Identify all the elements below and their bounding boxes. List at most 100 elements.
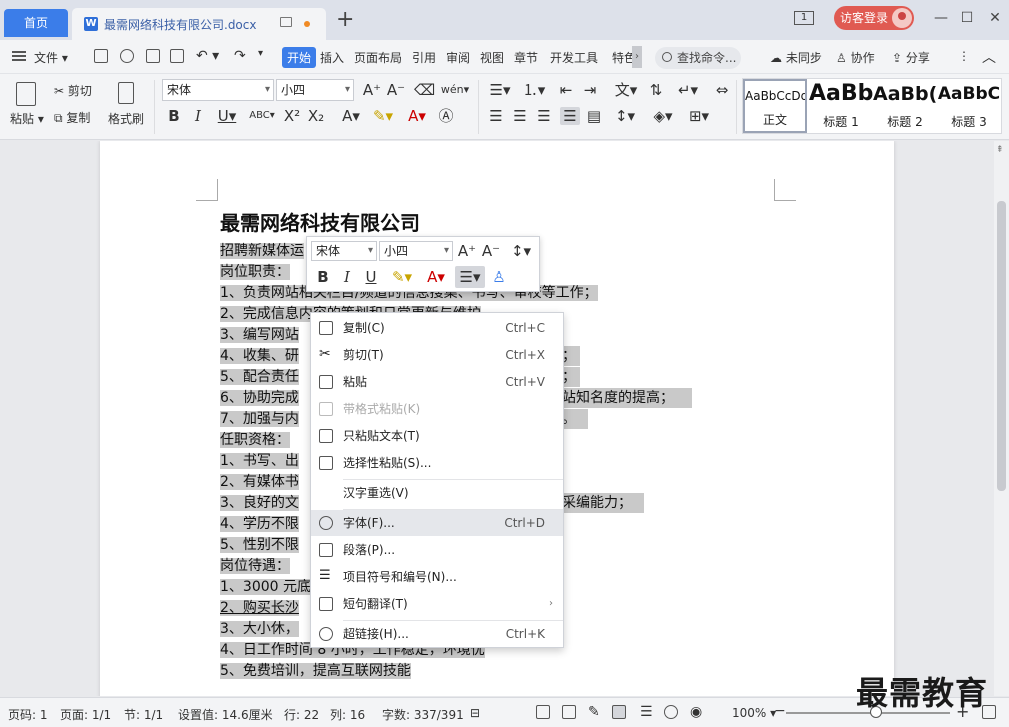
- ctx-paste[interactable]: 粘贴 Ctrl+V: [311, 369, 563, 395]
- mini-underline-button[interactable]: U: [361, 268, 381, 286]
- status-page-code[interactable]: 页码: 1: [8, 706, 48, 723]
- ctx-paste-text-only[interactable]: 只粘贴文本(T): [311, 423, 563, 449]
- mini-align-button[interactable]: ☰▾: [455, 266, 485, 288]
- hamburger-menu-icon[interactable]: [12, 51, 26, 61]
- ctx-hanzi-reselect[interactable]: 汉字重选(V): [311, 480, 563, 506]
- tab-references[interactable]: 引用: [412, 49, 436, 66]
- ctx-font[interactable]: 字体(F)... Ctrl+D: [311, 510, 563, 536]
- style-heading-3[interactable]: AaBbC 标题 3: [937, 79, 1001, 133]
- status-word-count[interactable]: 字数: 337/391: [382, 706, 464, 723]
- paragraph-layout-button[interactable]: ⇔: [708, 81, 736, 99]
- ctx-hyperlink[interactable]: 超链接(H)... Ctrl+K: [311, 621, 563, 647]
- vertical-scrollbar[interactable]: ⇞: [994, 141, 1009, 696]
- font-size-select[interactable]: 小四: [276, 79, 354, 101]
- style-heading-1[interactable]: AaBb 标题 1: [809, 79, 873, 133]
- paste-icon[interactable]: [16, 82, 36, 106]
- decrease-font-icon[interactable]: A⁻: [386, 81, 406, 99]
- zoom-level[interactable]: 100% ▾: [732, 706, 776, 720]
- char-border-button[interactable]: Ⓐ: [436, 107, 456, 125]
- mini-decrease-font-icon[interactable]: A⁻: [481, 242, 501, 260]
- doc-line[interactable]: 1、3000 元底: [220, 577, 311, 597]
- tab-view[interactable]: 视图: [480, 49, 504, 66]
- export-icon[interactable]: [120, 49, 134, 63]
- menu-file[interactable]: 文件 ▾: [34, 49, 68, 66]
- guest-login-button[interactable]: 访客登录: [834, 6, 914, 30]
- maximize-button[interactable]: ☐: [958, 9, 976, 27]
- new-tab-button[interactable]: +: [336, 8, 354, 32]
- page-view-icon[interactable]: [612, 705, 626, 719]
- customize-chevron-icon[interactable]: ▾: [258, 48, 263, 59]
- doc-line[interactable]: 4、学历不限: [220, 514, 299, 534]
- eye-protection-icon[interactable]: ◉: [690, 704, 702, 720]
- doc-line[interactable]: 6、协助完成 站知名度的提高；: [220, 388, 692, 408]
- print-preview-icon[interactable]: [170, 49, 184, 63]
- redo-icon[interactable]: ↷: [234, 48, 246, 64]
- share-button[interactable]: ⇪ 分享: [892, 49, 930, 66]
- doc-line[interactable]: 招聘新媒体运: [220, 241, 304, 261]
- doc-line[interactable]: 1、书写、出: [220, 451, 299, 471]
- highlight-color-button[interactable]: ✎▾: [368, 107, 398, 125]
- tab-review[interactable]: 审阅: [446, 49, 470, 66]
- doc-line[interactable]: 2、购买长沙: [220, 598, 299, 618]
- tab-home[interactable]: 首页: [4, 9, 68, 37]
- ctx-cut[interactable]: ✂ 剪切(T) Ctrl+X: [311, 342, 563, 368]
- mini-italic-button[interactable]: I: [337, 268, 357, 286]
- mini-format-painter-icon[interactable]: ♙: [489, 268, 509, 286]
- decrease-indent-button[interactable]: ⇤: [556, 81, 576, 99]
- fit-page-icon[interactable]: [536, 705, 550, 719]
- pinyin-guide-icon[interactable]: wén▾: [440, 81, 470, 99]
- ctx-translate[interactable]: 短句翻译(T) ›: [311, 591, 563, 617]
- zoom-out-button[interactable]: −: [774, 703, 786, 719]
- style-heading-2[interactable]: AaBb( 标题 2: [873, 79, 937, 133]
- scrollbar-thumb[interactable]: [997, 201, 1006, 491]
- doc-line[interactable]: 3、良好的文 采编能力；: [220, 493, 644, 513]
- cut-button[interactable]: ✂ 剪切: [54, 82, 92, 99]
- print-icon[interactable]: [146, 49, 160, 63]
- bold-button[interactable]: B: [164, 107, 184, 125]
- borders-button[interactable]: ⊞▾: [684, 107, 714, 125]
- tab-page-layout[interactable]: 页面布局: [354, 49, 402, 66]
- ctx-copy[interactable]: 复制(C) Ctrl+C: [311, 315, 563, 341]
- status-page[interactable]: 页面: 1/1: [60, 706, 111, 723]
- save-icon[interactable]: [94, 49, 108, 63]
- font-color-button[interactable]: A▾: [402, 107, 432, 125]
- align-right-button[interactable]: ☰: [534, 107, 554, 125]
- text-effect-button[interactable]: A▾: [336, 107, 366, 125]
- sort-button[interactable]: ⇅: [646, 81, 666, 99]
- tabs-scroll-right-icon[interactable]: ›: [632, 46, 642, 68]
- doc-line[interactable]: 岗位职责：: [220, 262, 290, 282]
- distributed-align-button[interactable]: ▤: [584, 107, 604, 125]
- justify-button[interactable]: ☰: [560, 107, 580, 125]
- format-painter-icon[interactable]: [118, 82, 134, 104]
- doc-line[interactable]: 岗位待遇：: [220, 556, 290, 576]
- tab-insert[interactable]: 插入: [320, 49, 344, 66]
- superscript-button[interactable]: X²: [282, 107, 302, 125]
- font-name-select[interactable]: 宋体: [162, 79, 274, 101]
- increase-indent-button[interactable]: ⇥: [580, 81, 600, 99]
- sync-status[interactable]: ☁ 未同步: [770, 49, 822, 66]
- more-options-icon[interactable]: ⋮: [958, 49, 970, 63]
- mini-font-size-select[interactable]: 小四: [379, 241, 453, 261]
- show-marks-button[interactable]: ↵▾: [674, 81, 702, 99]
- align-center-button[interactable]: ☰: [510, 107, 530, 125]
- doc-line[interactable]: 5、免费培训，提高互联网技能: [220, 661, 411, 681]
- minimize-button[interactable]: —: [932, 9, 950, 27]
- web-view-icon[interactable]: [664, 705, 678, 719]
- close-button[interactable]: ✕: [986, 9, 1004, 27]
- mini-line-spacing-icon[interactable]: ↕▾: [507, 242, 535, 260]
- doc-line[interactable]: 7、加强与内。: [220, 409, 588, 429]
- align-left-button[interactable]: ☰: [486, 107, 506, 125]
- outline-view-icon[interactable]: ☰: [640, 704, 653, 720]
- mini-font-name-select[interactable]: 宋体: [311, 241, 377, 261]
- ctx-paste-special[interactable]: 选择性粘贴(S)...: [311, 450, 563, 476]
- doc-line[interactable]: 5、配合责任；: [220, 367, 580, 387]
- ctx-paragraph[interactable]: 段落(P)...: [311, 537, 563, 563]
- tab-document[interactable]: W 最需网络科技有限公司.docx: [72, 8, 326, 40]
- format-painter-button[interactable]: 格式刷: [108, 110, 144, 127]
- tab-chapter[interactable]: 章节: [514, 49, 538, 66]
- reading-mode-icon[interactable]: [562, 705, 576, 719]
- collapse-ribbon-icon[interactable]: ︿: [982, 47, 996, 67]
- increase-font-icon[interactable]: A⁺: [362, 81, 382, 99]
- window-count-indicator[interactable]: 1: [794, 11, 814, 25]
- document-title[interactable]: 最需网络科技有限公司: [220, 207, 420, 236]
